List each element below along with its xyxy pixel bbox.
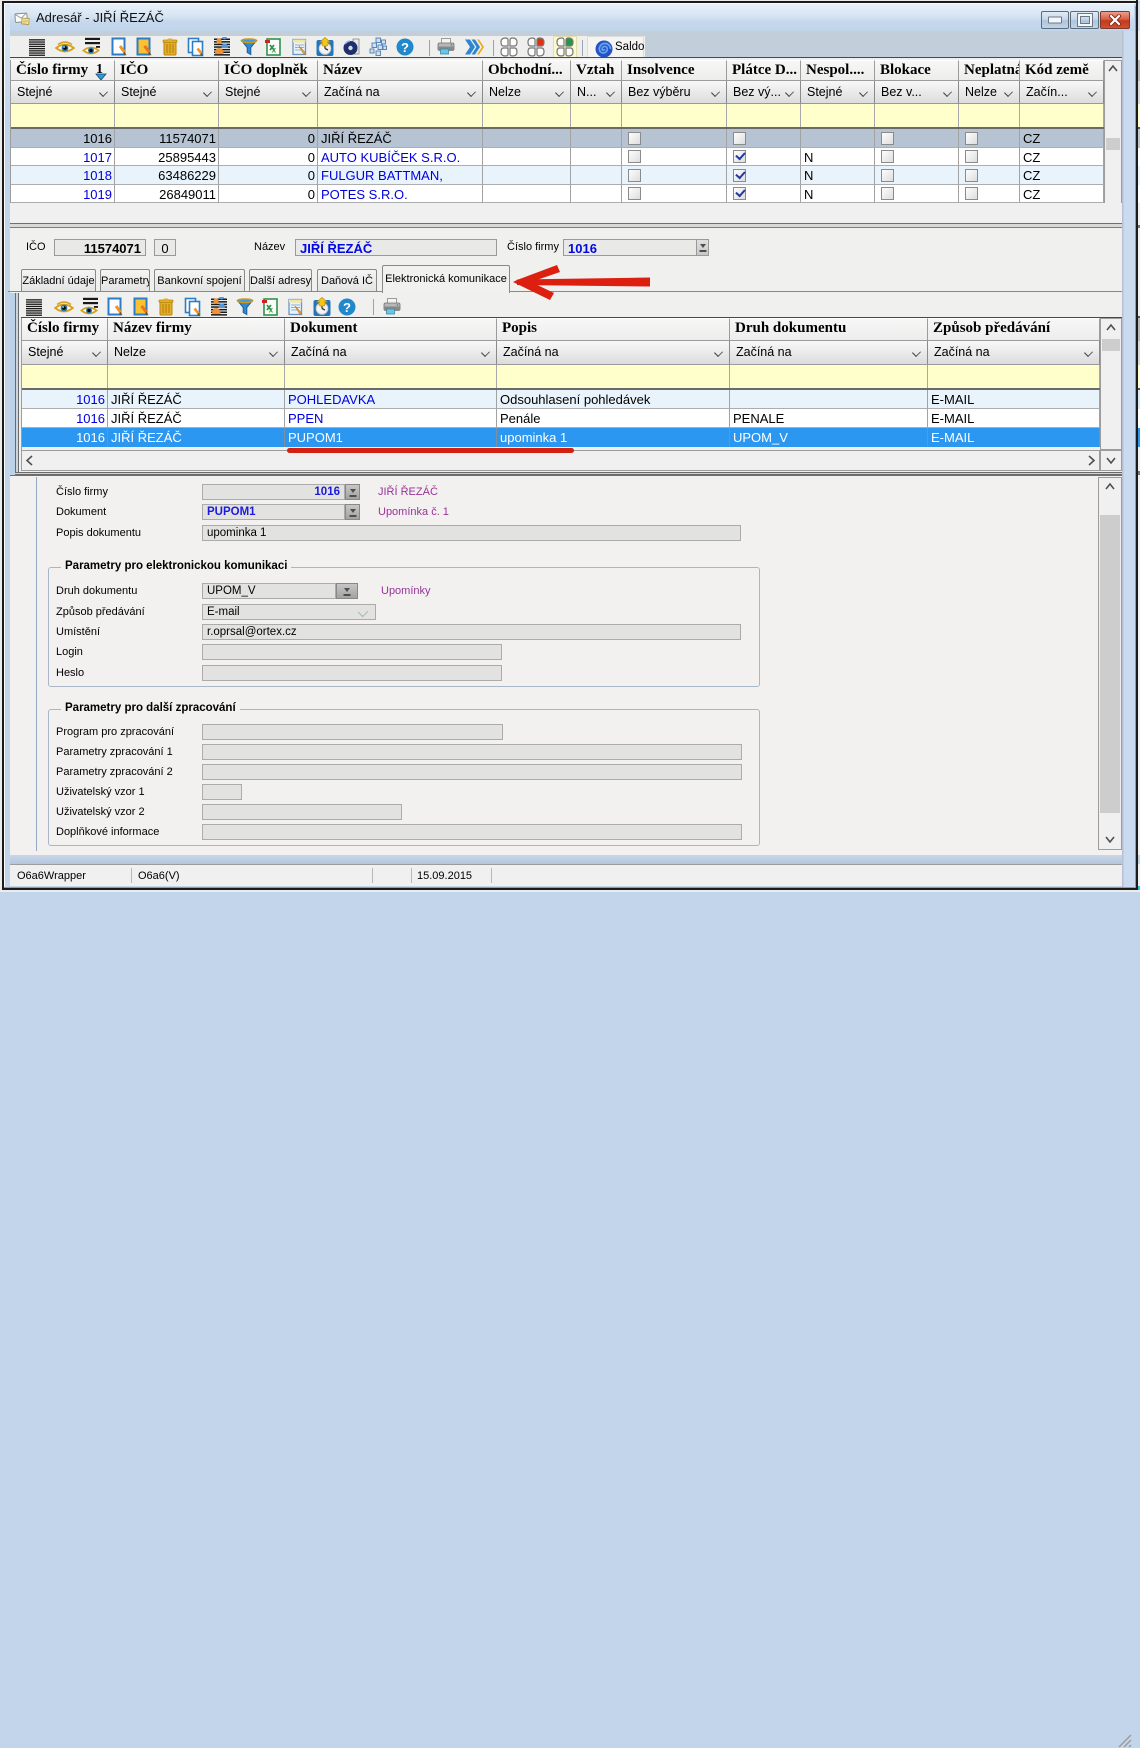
svg-text:?: ? — [343, 300, 351, 315]
svg-text:?: ? — [401, 40, 409, 55]
svg-text:x: x — [269, 306, 274, 315]
svg-text:x: x — [272, 46, 277, 55]
